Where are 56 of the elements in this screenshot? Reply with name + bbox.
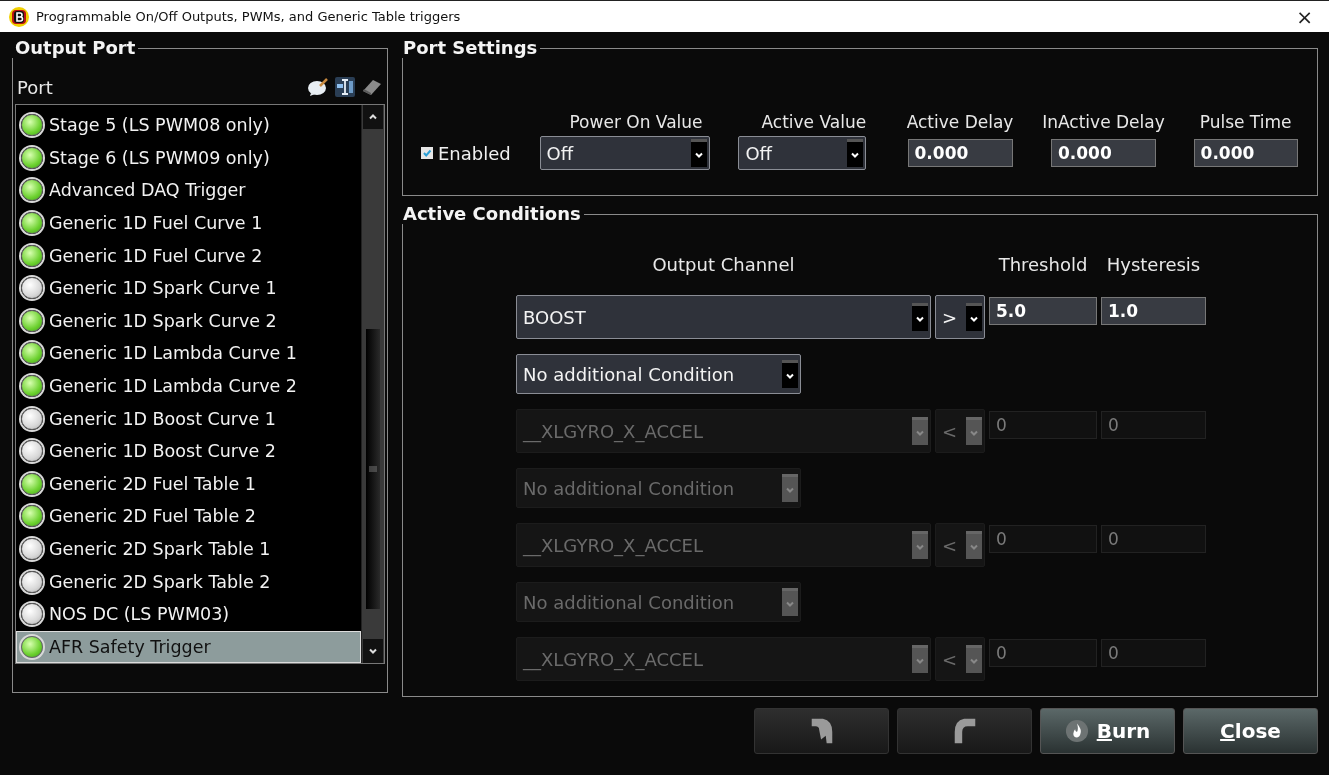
input-field[interactable]: 5.0 (989, 297, 1097, 325)
input-field[interactable]: 0.000 (1193, 139, 1298, 167)
scroll-thumb[interactable] (366, 329, 380, 609)
column-label: Output Channel (651, 253, 796, 277)
condition-dropdown[interactable]: No additional Condition (516, 354, 801, 394)
port-list-item[interactable]: Generic 2D Fuel Table 2 (16, 500, 361, 533)
input-field[interactable]: 0.000 (907, 139, 1013, 167)
operator-dropdown[interactable]: > (935, 295, 985, 339)
field-label: Pulse Time (1198, 112, 1293, 132)
column-label: Port (17, 76, 54, 98)
port-list-item[interactable]: Generic 1D Boost Curve 2 (16, 434, 361, 468)
field-label: Active Value (760, 112, 868, 132)
scrollbar[interactable] (361, 105, 384, 664)
port-list-item[interactable]: Generic 1D Lambda Curve 2 (16, 369, 361, 403)
channel-dropdown[interactable]: BOOST (516, 295, 931, 339)
port-list-item[interactable]: AFR Safety Trigger (16, 630, 361, 664)
field-label: Active Delay (905, 112, 1015, 132)
panel-title: Output Port (14, 38, 137, 58)
port-list-item[interactable]: Generic 1D Spark Curve 1 (16, 271, 361, 305)
caret-up-icon (368, 112, 378, 122)
flame-icon (1064, 719, 1089, 743)
dropdown[interactable]: Off (738, 136, 867, 170)
speech-bubble-icon[interactable] (307, 77, 329, 97)
panel-title: Active Conditions (402, 204, 582, 224)
grip-icon (369, 465, 377, 473)
field-label: InActive Delay (1041, 112, 1166, 132)
input-field[interactable]: 1.0 (1101, 297, 1206, 325)
field-label: Power On Value (568, 112, 704, 132)
scroll-down-button[interactable] (363, 639, 383, 664)
column-label: Threshold (997, 253, 1089, 277)
checkbox-icon (421, 147, 433, 159)
port-list-item[interactable]: Generic 1D Fuel Curve 2 (16, 239, 361, 272)
dropdown[interactable]: Off (539, 136, 710, 170)
port-list-item[interactable]: Generic 2D Spark Table 1 (16, 532, 361, 566)
port-list-item[interactable]: Stage 5 (LS PWM08 only) (16, 109, 361, 142)
eraser-icon[interactable] (361, 77, 383, 97)
column-label: Hysteresis (1105, 253, 1202, 277)
port-list-item[interactable]: Generic 1D Fuel Curve 1 (16, 206, 361, 240)
app-logo-icon (8, 5, 30, 28)
scroll-up-button[interactable] (363, 105, 383, 129)
port-list-item[interactable]: Generic 1D Boost Curve 1 (16, 402, 361, 435)
port-list-item[interactable]: Generic 2D Spark Table 2 (16, 565, 361, 598)
port-list-item[interactable]: Stage 6 (LS PWM09 only) (16, 141, 361, 175)
panel-title: Port Settings (402, 38, 539, 58)
window-title: Programmable On/Off Outputs, PWMs, and Generic Table triggers (36, 9, 462, 24)
port-list-item[interactable]: Generic 1D Lambda Curve 1 (16, 337, 361, 370)
input-field[interactable]: 0.000 (1051, 139, 1156, 167)
burn-button[interactable]: Burn (1040, 708, 1175, 754)
text-cursor-icon[interactable] (334, 76, 356, 98)
close-button[interactable]: Close (1183, 708, 1318, 754)
port-list-item[interactable]: NOS DC (LS PWM03) (16, 597, 361, 631)
port-list-item[interactable]: Generic 2D Fuel Table 1 (16, 467, 361, 501)
port-list-item[interactable]: Generic 1D Spark Curve 2 (16, 304, 361, 338)
close-button[interactable]: × (1292, 4, 1317, 29)
enabled-checkbox[interactable]: Enabled (421, 142, 534, 164)
port-list-item[interactable]: Advanced DAQ Trigger (16, 174, 361, 207)
